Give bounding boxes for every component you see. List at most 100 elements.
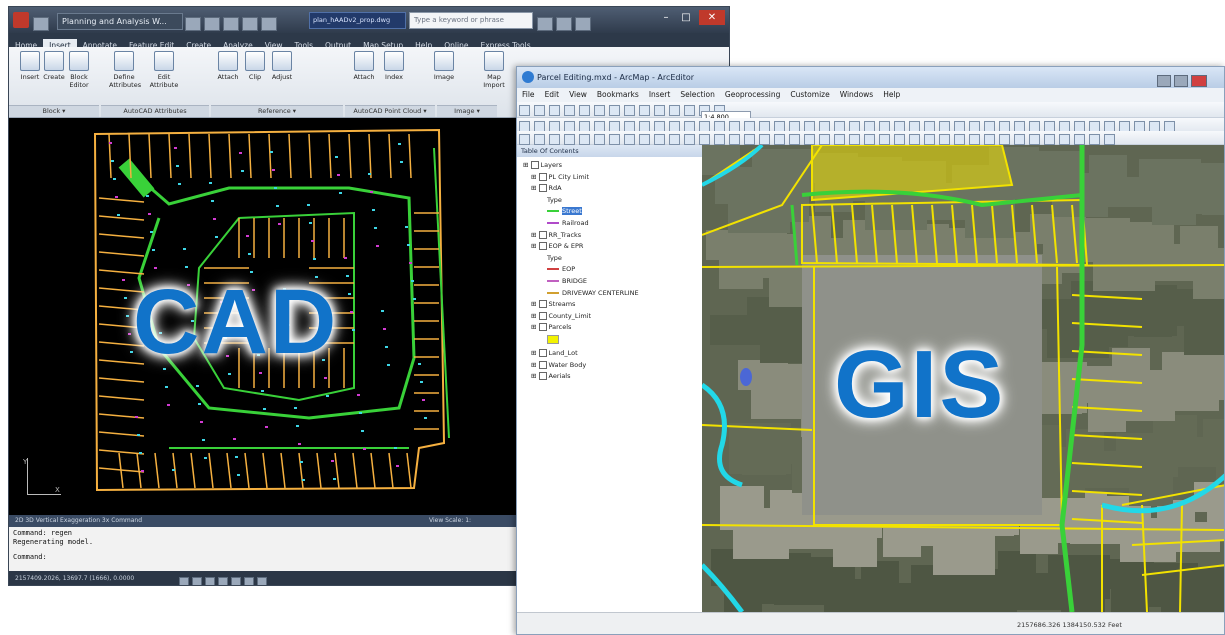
editor-tool-icon[interactable] — [759, 134, 770, 145]
editor-tool-icon[interactable] — [564, 134, 575, 145]
ortho-icon[interactable] — [205, 576, 215, 585]
toc-item[interactable]: ⊞ County_Limit — [531, 311, 591, 321]
editor-tool-icon[interactable] — [1029, 134, 1040, 145]
editor-tool-icon[interactable] — [924, 134, 935, 145]
gis-maximize-button[interactable] — [1174, 74, 1188, 87]
toc-item[interactable]: ⊞ RR_Tracks — [531, 230, 581, 240]
editor-tool-icon[interactable] — [984, 134, 995, 145]
toc-item[interactable]: ⊞ Parcels — [531, 323, 571, 332]
search-input[interactable]: Type a keyword or phrase — [409, 12, 533, 29]
gis-close-button[interactable] — [1191, 74, 1207, 87]
expand-icon[interactable]: ⊞ — [531, 361, 539, 369]
toc-item[interactable]: ⊞ RdA — [531, 184, 562, 193]
ribbon-tool-edit-attribute[interactable]: Edit Attribute — [149, 51, 179, 89]
menu-edit[interactable]: Edit — [540, 88, 565, 102]
toc-item[interactable]: Railroad — [547, 219, 589, 228]
toc-item[interactable]: ⊞ PL City Limit — [531, 172, 589, 182]
standard-tool-icon[interactable] — [609, 105, 620, 116]
layer-checkbox[interactable] — [538, 172, 547, 181]
otrack-icon[interactable] — [244, 576, 254, 585]
editor-tool-icon[interactable] — [594, 134, 605, 145]
expand-icon[interactable]: ⊞ — [523, 161, 531, 169]
standard-tool-icon[interactable] — [519, 105, 530, 116]
maximize-button[interactable]: □ — [677, 10, 695, 25]
standard-tool-icon[interactable] — [579, 105, 590, 116]
editor-tool-icon[interactable] — [669, 134, 680, 145]
save-icon[interactable] — [204, 16, 220, 31]
new-icon[interactable] — [185, 16, 201, 31]
expand-icon[interactable]: ⊞ — [531, 242, 539, 250]
standard-tool-icon[interactable] — [549, 105, 560, 116]
ribbon-panel-label[interactable]: AutoCAD Point Cloud ▾ — [345, 105, 435, 117]
toc-item[interactable]: ⊞ Water Body — [531, 360, 586, 370]
toc-item[interactable]: ⊞ EOP & EPR — [531, 242, 583, 251]
toc-item[interactable]: DRIVEWAY CENTERLINE — [547, 289, 639, 298]
open-icon[interactable] — [33, 16, 49, 31]
editor-tool-icon[interactable] — [804, 134, 815, 145]
toc-item[interactable]: ⊞ Aerials — [531, 372, 571, 381]
toc-item[interactable]: ⊞ Land_Lot — [531, 349, 578, 358]
editor-tool-icon[interactable] — [519, 134, 530, 145]
grid-icon[interactable] — [192, 576, 202, 585]
expand-icon[interactable]: ⊞ — [531, 312, 539, 320]
menu-windows[interactable]: Windows — [835, 88, 878, 102]
gis-minimize-button[interactable] — [1157, 74, 1171, 87]
editor-tool-icon[interactable] — [939, 134, 950, 145]
editor-tool-icon[interactable] — [579, 134, 590, 145]
layer-checkbox[interactable] — [538, 360, 547, 369]
editor-tool-icon[interactable] — [729, 134, 740, 145]
editor-tool-icon[interactable] — [999, 134, 1010, 145]
editor-tool-icon[interactable] — [894, 134, 905, 145]
ribbon-panel-label[interactable]: AutoCAD Attributes — [101, 105, 209, 117]
toc-item[interactable] — [547, 335, 559, 347]
menu-selection[interactable]: Selection — [675, 88, 720, 102]
expand-icon[interactable]: ⊞ — [531, 323, 539, 331]
standard-tool-icon[interactable] — [624, 105, 635, 116]
toc-item[interactable]: EOP — [547, 265, 575, 274]
layer-checkbox[interactable] — [538, 311, 547, 320]
editor-tool-icon[interactable] — [1059, 134, 1070, 145]
star-icon[interactable] — [556, 16, 572, 31]
editor-tool-icon[interactable] — [1044, 134, 1055, 145]
menu-customize[interactable]: Customize — [785, 88, 834, 102]
menu-insert[interactable]: Insert — [644, 88, 676, 102]
editor-tool-icon[interactable] — [954, 134, 965, 145]
toc-item[interactable]: Type — [547, 196, 562, 205]
layer-checkbox[interactable] — [538, 372, 547, 381]
ribbon-tool-attach[interactable]: Attach — [213, 51, 243, 81]
editor-tool-icon[interactable] — [609, 134, 620, 145]
layer-checkbox[interactable] — [538, 184, 547, 193]
minimize-button[interactable]: – — [657, 10, 675, 25]
ribbon-panel-label[interactable]: Image ▾ — [437, 105, 497, 117]
expand-icon[interactable]: ⊞ — [531, 173, 539, 181]
polar-icon[interactable] — [218, 576, 228, 585]
view-scale[interactable]: View Scale: 1: — [429, 515, 471, 527]
expand-icon[interactable]: ⊞ — [531, 349, 539, 357]
standard-tool-icon[interactable] — [669, 105, 680, 116]
editor-tool-icon[interactable] — [789, 134, 800, 145]
toc-item[interactable]: ⊞ Streams — [531, 300, 575, 309]
standard-tool-icon[interactable] — [654, 105, 665, 116]
expand-icon[interactable]: ⊞ — [531, 300, 539, 308]
editor-tool-icon[interactable] — [1089, 134, 1100, 145]
binoculars-icon[interactable] — [537, 16, 553, 31]
expand-icon[interactable]: ⊞ — [531, 231, 539, 239]
osnap-icon[interactable] — [231, 576, 241, 585]
editor-tool-icon[interactable] — [969, 134, 980, 145]
editor-tool-icon[interactable] — [549, 134, 560, 145]
layer-checkbox[interactable] — [538, 323, 547, 332]
editor-tool-icon[interactable] — [1074, 134, 1085, 145]
editor-tool-icon[interactable] — [714, 134, 725, 145]
editor-tool-icon[interactable] — [534, 134, 545, 145]
layer-checkbox[interactable] — [538, 242, 547, 251]
ribbon-tool-image[interactable]: Image — [429, 51, 459, 81]
ribbon-panel-label[interactable]: Reference ▾ — [211, 105, 343, 117]
editor-tool-icon[interactable] — [624, 134, 635, 145]
layer-checkbox[interactable] — [538, 300, 547, 309]
menu-geoprocessing[interactable]: Geoprocessing — [720, 88, 785, 102]
ribbon-tool-define-attributes[interactable]: Define Attributes — [109, 51, 141, 89]
standard-tool-icon[interactable] — [564, 105, 575, 116]
help-icon[interactable] — [575, 16, 591, 31]
standard-tool-icon[interactable] — [639, 105, 650, 116]
redo-icon[interactable] — [242, 16, 258, 31]
